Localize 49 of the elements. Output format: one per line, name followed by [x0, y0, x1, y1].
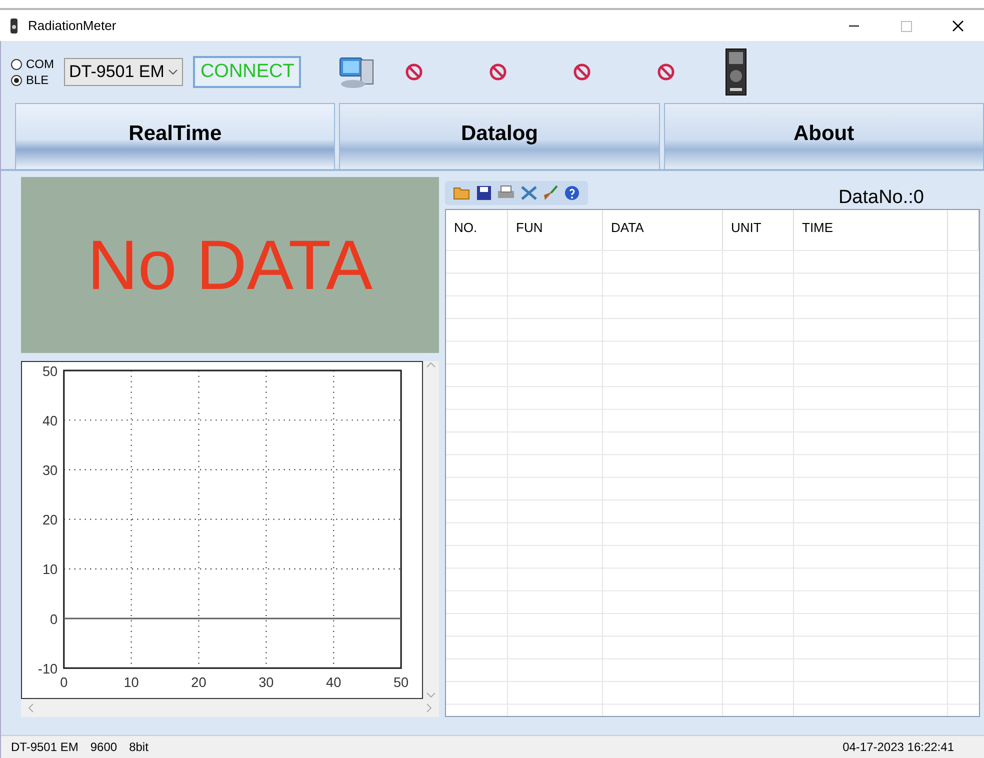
status-time: 04-17-2023 16:22:41	[842, 740, 954, 754]
column-header[interactable]: FUN	[508, 210, 603, 250]
no-entry-icon	[657, 63, 676, 82]
meter-icon[interactable]	[725, 48, 748, 96]
y-tick-label: 20	[42, 512, 58, 528]
meter-icon	[10, 18, 18, 34]
radio-label: COM	[26, 57, 54, 72]
help-icon[interactable]	[564, 185, 580, 202]
column-header[interactable]: TIME	[794, 210, 948, 250]
tab[interactable]: RealTime	[15, 103, 336, 170]
column-header[interactable]: NO.	[446, 210, 508, 250]
radio-button[interactable]	[11, 74, 22, 86]
y-tick-label: 0	[50, 612, 58, 627]
y-tick-label: 30	[42, 463, 58, 478]
x-tick-label: 50	[394, 675, 409, 690]
status-text: 8bit	[129, 740, 148, 754]
y-tick-label: -10	[38, 661, 58, 677]
reading-display: No DATA	[21, 177, 439, 354]
window-title: RadiationMeter	[28, 18, 116, 34]
x-tick-label: 0	[60, 675, 68, 690]
broom-icon[interactable]	[543, 185, 559, 202]
scroll-down-icon[interactable]	[426, 691, 436, 699]
column-header[interactable]: UNIT	[723, 210, 794, 250]
radio-label: BLE	[26, 73, 49, 88]
caret-icon	[168, 69, 178, 76]
status-text: 9600	[90, 740, 118, 754]
x-tick-label: 20	[191, 675, 206, 690]
folder-icon[interactable]	[453, 185, 471, 202]
scroll-up-icon[interactable]	[426, 361, 436, 370]
x-tick-label: 40	[326, 675, 342, 690]
y-tick-label: 50	[42, 364, 58, 379]
y-tick-label: 10	[42, 562, 58, 578]
scroll-left-icon[interactable]	[27, 703, 35, 713]
no-entry-icon	[405, 63, 424, 82]
status-text: DT-9501 EM	[11, 740, 78, 754]
radio-button[interactable]	[11, 58, 22, 70]
tab[interactable]: About	[664, 103, 984, 170]
scroll-right-icon[interactable]	[425, 703, 433, 713]
tab[interactable]: Datalog	[339, 103, 660, 170]
column-header[interactable]: DATA	[603, 210, 723, 250]
data-count: DataNo.:0	[838, 187, 924, 210]
y-tick-label: 40	[42, 413, 58, 429]
device-dropdown[interactable]: DT-9501 EM	[64, 58, 184, 86]
no-entry-icon	[573, 63, 592, 82]
x-tick-label: 10	[124, 675, 139, 690]
tools-icon[interactable]	[520, 185, 538, 202]
x-tick-label: 30	[258, 675, 274, 690]
no-entry-icon	[489, 63, 508, 82]
save-icon[interactable]	[476, 185, 492, 202]
